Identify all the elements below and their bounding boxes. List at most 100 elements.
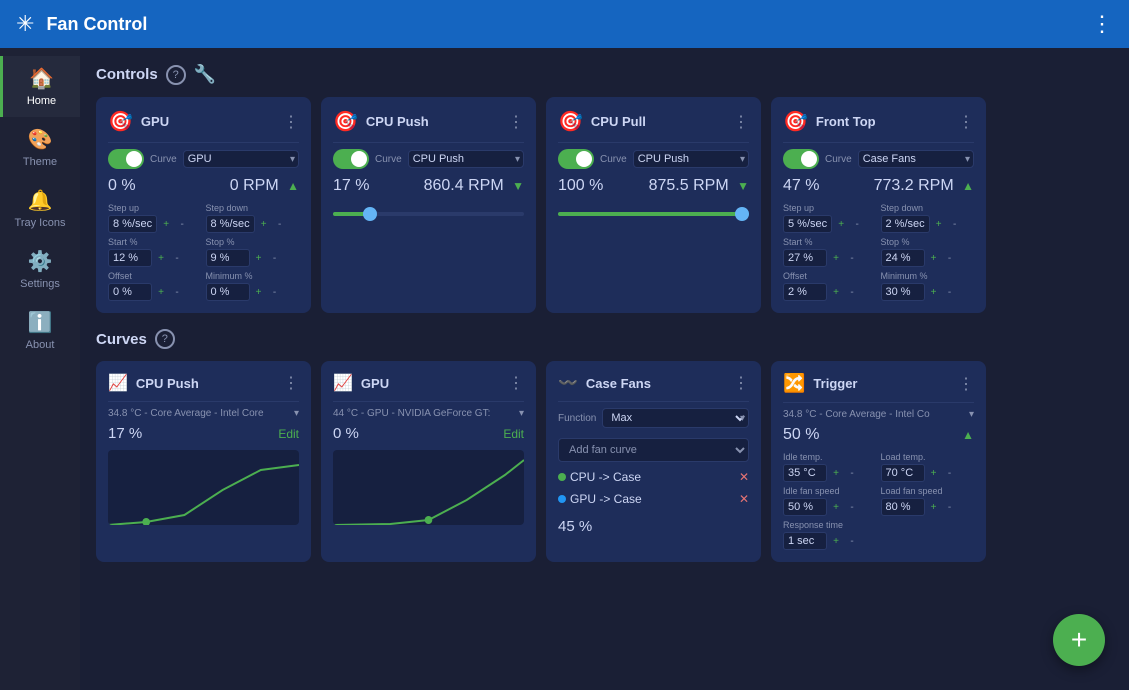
gpu-curve-temp-source-chevron[interactable]: ▾ bbox=[519, 408, 524, 419]
sidebar-item-theme[interactable]: 🎨 Theme bbox=[0, 117, 80, 178]
gpu-curve-menu-icon[interactable]: ⋮ bbox=[508, 373, 524, 393]
trigger-idle-fan-plus[interactable]: + bbox=[829, 502, 843, 513]
front-top-step-down-minus[interactable]: - bbox=[948, 219, 962, 230]
cpu-push-temp-source-chevron[interactable]: ▾ bbox=[294, 408, 299, 419]
cpu-pull-slider[interactable] bbox=[558, 212, 749, 216]
front-top-offset-minus[interactable]: - bbox=[845, 287, 859, 298]
add-fab-button[interactable]: + bbox=[1053, 614, 1105, 666]
gpu-toggle[interactable] bbox=[108, 149, 144, 169]
gpu-rpm-arrow-icon[interactable]: ▲ bbox=[287, 179, 299, 193]
front-top-start-plus[interactable]: + bbox=[829, 253, 843, 264]
case-fans-percent: 45 % bbox=[558, 518, 592, 535]
gpu-start-minus[interactable]: - bbox=[170, 253, 184, 264]
trigger-load-fan-minus[interactable]: - bbox=[943, 502, 957, 513]
trigger-params: Idle temp. 35 °C + - Load temp. 70 °C + … bbox=[783, 452, 974, 550]
cpu-pull-toggle[interactable] bbox=[558, 149, 594, 169]
gpu-case-name: GPU -> Case bbox=[570, 492, 739, 506]
trigger-collapse-icon[interactable]: ▲ bbox=[962, 428, 974, 442]
controls-wrench-icon[interactable]: 🔧 bbox=[194, 64, 216, 85]
cpu-push-rpm: 860.4 RPM bbox=[424, 177, 504, 194]
gpu-card-menu-icon[interactable]: ⋮ bbox=[283, 112, 299, 132]
front-top-stop-minus[interactable]: - bbox=[943, 253, 957, 264]
theme-icon: 🎨 bbox=[28, 127, 53, 152]
cpu-push-slider[interactable] bbox=[333, 212, 524, 216]
front-top-stop: Stop % 24 % + - bbox=[881, 237, 975, 267]
cpu-push-rpm-row: 17 % 860.4 RPM ▼ bbox=[333, 177, 524, 195]
front-top-card-menu-icon[interactable]: ⋮ bbox=[958, 112, 974, 132]
cpu-push-curve-select-wrap: CPU Push bbox=[408, 150, 524, 168]
front-top-min-plus[interactable]: + bbox=[927, 287, 941, 298]
gpu-step-up-minus[interactable]: - bbox=[175, 219, 189, 230]
trigger-temp-source-chevron[interactable]: ▾ bbox=[969, 409, 974, 420]
front-top-step-up-minus[interactable]: - bbox=[850, 219, 864, 230]
gpu-step-down-plus[interactable]: + bbox=[257, 219, 271, 230]
cpu-push-toggle[interactable] bbox=[333, 149, 369, 169]
fan-curve-entry-cpu-case: CPU -> Case ✕ bbox=[558, 466, 749, 488]
front-top-rpm-arrow-icon[interactable]: ▲ bbox=[962, 179, 974, 193]
trigger-load-temp-plus[interactable]: + bbox=[927, 468, 941, 479]
add-fan-curve-select[interactable]: Add fan curve bbox=[558, 438, 749, 462]
gpu-stop-plus[interactable]: + bbox=[252, 253, 266, 264]
trigger-menu-icon[interactable]: ⋮ bbox=[958, 374, 974, 394]
front-top-percent: 47 % bbox=[783, 177, 819, 195]
front-top-rpm: 773.2 RPM bbox=[874, 177, 954, 194]
curve-cards-grid: 📈 CPU Push ⋮ 34.8 °C - Core Average - In… bbox=[96, 361, 1113, 562]
front-top-start: Start % 27 % + - bbox=[783, 237, 877, 267]
gpu-step-down-minus[interactable]: - bbox=[273, 219, 287, 230]
sidebar-item-about[interactable]: ℹ️ About bbox=[0, 300, 80, 361]
front-top-step-up-plus[interactable]: + bbox=[834, 219, 848, 230]
cpu-push-card-menu-icon[interactable]: ⋮ bbox=[508, 112, 524, 132]
trigger-load-temp: Load temp. 70 °C + - bbox=[881, 452, 975, 482]
curves-help-icon[interactable]: ? bbox=[155, 329, 175, 349]
cpu-pull-card-menu-icon[interactable]: ⋮ bbox=[733, 112, 749, 132]
gpu-stop-minus[interactable]: - bbox=[268, 253, 282, 264]
gpu-min-minus[interactable]: - bbox=[268, 287, 282, 298]
cpu-case-dot-icon bbox=[558, 473, 566, 481]
sidebar-item-home[interactable]: 🏠 Home bbox=[0, 56, 80, 117]
front-top-stop-plus[interactable]: + bbox=[927, 253, 941, 264]
gpu-start-value: 12 % bbox=[108, 249, 152, 267]
front-top-step-down-plus[interactable]: + bbox=[932, 219, 946, 230]
gpu-start-plus[interactable]: + bbox=[154, 253, 168, 264]
gpu-offset-plus[interactable]: + bbox=[154, 287, 168, 298]
cpu-pull-curve-select[interactable]: CPU Push bbox=[633, 150, 749, 168]
trigger-idle-temp-plus[interactable]: + bbox=[829, 468, 843, 479]
controls-help-icon[interactable]: ? bbox=[166, 65, 186, 85]
cpu-push-curve-select[interactable]: CPU Push bbox=[408, 150, 524, 168]
cpu-push-curve-menu-icon[interactable]: ⋮ bbox=[283, 373, 299, 393]
case-fans-menu-icon[interactable]: ⋮ bbox=[733, 373, 749, 393]
sidebar-item-tray-icons[interactable]: 🔔 Tray Icons bbox=[0, 178, 80, 239]
trigger-response-minus[interactable]: - bbox=[845, 536, 859, 547]
case-fans-function-select[interactable]: Max bbox=[602, 408, 749, 428]
cpu-push-rpm-arrow-icon[interactable]: ▼ bbox=[512, 179, 524, 193]
trigger-load-temp-minus[interactable]: - bbox=[943, 468, 957, 479]
gpu-offset-minus[interactable]: - bbox=[170, 287, 184, 298]
front-top-step-down: Step down 2 %/sec + - bbox=[881, 203, 975, 233]
gpu-curve-edit-button[interactable]: Edit bbox=[503, 427, 524, 441]
sidebar-item-settings[interactable]: ⚙️ Settings bbox=[0, 239, 80, 300]
trigger-idle-fan-minus[interactable]: - bbox=[845, 502, 859, 513]
gpu-start: Start % 12 % + - bbox=[108, 237, 202, 267]
front-top-curve-label: Curve bbox=[825, 154, 852, 165]
trigger-load-fan-plus[interactable]: + bbox=[927, 502, 941, 513]
topbar-menu-icon[interactable]: ⋮ bbox=[1091, 11, 1113, 37]
front-top-start-minus[interactable]: - bbox=[845, 253, 859, 264]
gpu-step-up-plus[interactable]: + bbox=[159, 219, 173, 230]
cpu-case-name: CPU -> Case bbox=[570, 470, 739, 484]
front-top-offset-plus[interactable]: + bbox=[829, 287, 843, 298]
front-top-curve-select[interactable]: Case Fans bbox=[858, 150, 974, 168]
cpu-push-edit-button[interactable]: Edit bbox=[278, 427, 299, 441]
tray-icon: 🔔 bbox=[28, 188, 53, 213]
trigger-response-plus[interactable]: + bbox=[829, 536, 843, 547]
front-top-min-minus[interactable]: - bbox=[943, 287, 957, 298]
cpu-case-remove-icon[interactable]: ✕ bbox=[739, 470, 749, 484]
gpu-pct-row: 0 % Edit bbox=[333, 425, 524, 442]
trigger-idle-temp-minus[interactable]: - bbox=[845, 468, 859, 479]
front-top-params: Step up 5 %/sec + - Step down 2 %/sec + … bbox=[783, 203, 974, 301]
gpu-curve-select[interactable]: GPU bbox=[183, 150, 299, 168]
cpu-pull-rpm: 875.5 RPM bbox=[649, 177, 729, 194]
cpu-pull-rpm-arrow-icon[interactable]: ▼ bbox=[737, 179, 749, 193]
gpu-min-plus[interactable]: + bbox=[252, 287, 266, 298]
front-top-toggle[interactable] bbox=[783, 149, 819, 169]
gpu-case-remove-icon[interactable]: ✕ bbox=[739, 492, 749, 506]
